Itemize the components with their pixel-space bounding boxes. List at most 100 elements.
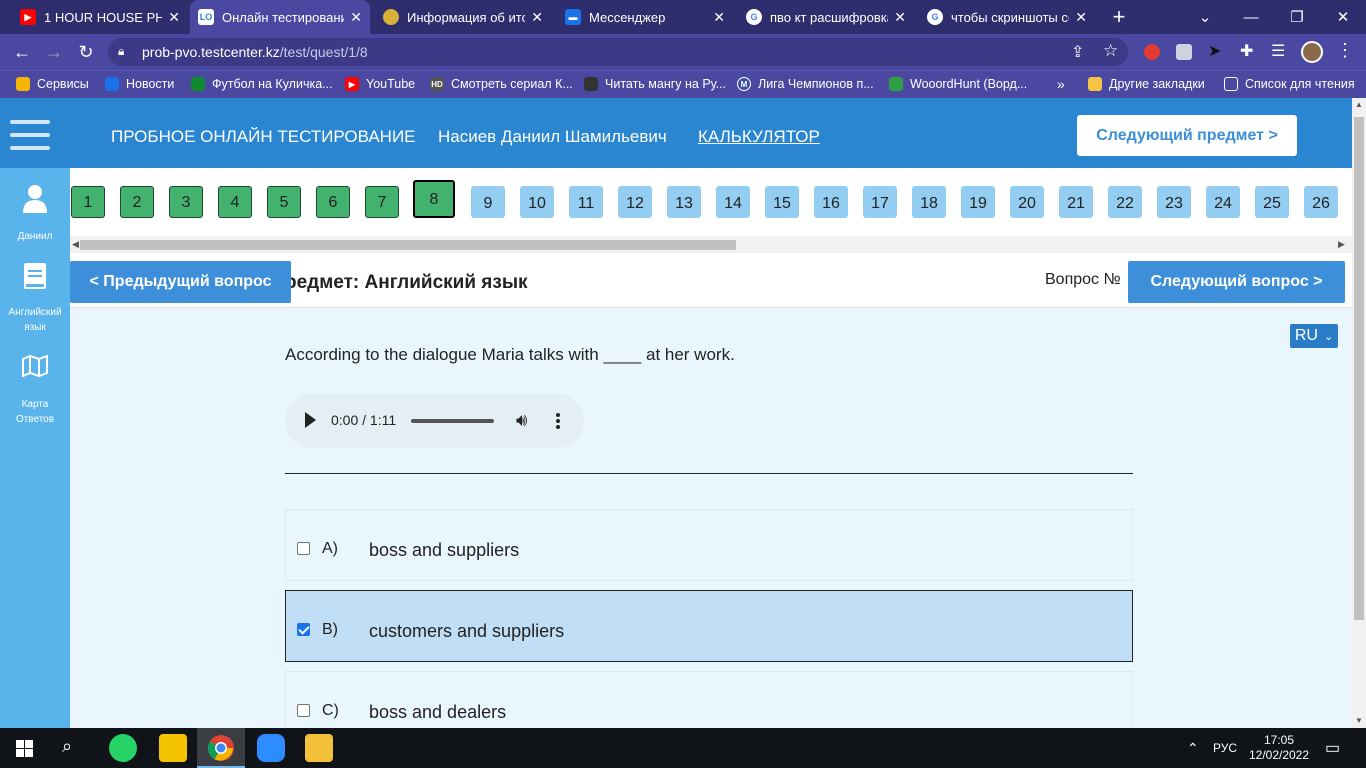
browser-tab-4[interactable]: ▬ Мессенджер ✕ bbox=[557, 0, 733, 34]
answer-b-checkbox[interactable] bbox=[297, 623, 310, 636]
horizontal-scroll-thumb[interactable] bbox=[80, 240, 736, 250]
tab-close-icon[interactable]: ✕ bbox=[894, 9, 906, 26]
question-number-button-15[interactable]: 15 bbox=[765, 186, 799, 218]
question-number-button-23[interactable]: 23 bbox=[1157, 186, 1191, 218]
question-number-button-11[interactable]: 11 bbox=[569, 186, 603, 218]
audio-progress-track[interactable] bbox=[411, 419, 494, 423]
question-number-button-1[interactable]: 1 bbox=[71, 186, 105, 218]
question-number-button-7[interactable]: 7 bbox=[365, 186, 399, 218]
media-control-icon[interactable]: ☰ bbox=[1271, 41, 1285, 61]
question-number-button-18[interactable]: 18 bbox=[912, 186, 946, 218]
scroll-down-icon[interactable]: ▼ bbox=[1355, 716, 1363, 725]
play-icon[interactable] bbox=[305, 412, 316, 428]
browser-tab-5[interactable]: G пво кт расшифровка ✕ bbox=[738, 0, 914, 34]
answer-c-checkbox[interactable] bbox=[297, 704, 310, 717]
next-subject-button[interactable]: Следующий предмет > bbox=[1077, 115, 1297, 156]
whatsapp-icon[interactable] bbox=[109, 734, 137, 762]
windows-start-icon[interactable] bbox=[16, 740, 33, 757]
clock[interactable]: 17:05 12/02/2022 bbox=[1248, 728, 1310, 768]
share-icon[interactable]: ⇪ bbox=[1071, 42, 1084, 62]
file-explorer-icon[interactable] bbox=[305, 734, 333, 762]
scroll-left-icon[interactable]: ◀ bbox=[72, 239, 79, 250]
back-arrow-icon[interactable]: ← bbox=[6, 34, 38, 70]
tab-close-icon[interactable]: ✕ bbox=[713, 9, 725, 26]
restore-icon[interactable]: ❐ bbox=[1274, 0, 1320, 34]
map-icon[interactable] bbox=[22, 355, 48, 377]
bookmark-star-icon[interactable]: ☆ bbox=[1103, 41, 1118, 61]
question-number-button-20[interactable]: 20 bbox=[1010, 186, 1044, 218]
profile-avatar[interactable] bbox=[1301, 41, 1323, 63]
close-window-icon[interactable]: ✕ bbox=[1320, 0, 1366, 34]
question-number-button-4[interactable]: 4 bbox=[218, 186, 252, 218]
question-number-button-10[interactable]: 10 bbox=[520, 186, 554, 218]
url-text[interactable]: prob-pvo.testcenter.kz/test/quest/1/8 bbox=[142, 38, 368, 66]
user-icon[interactable] bbox=[22, 184, 48, 214]
calculator-link[interactable]: КАЛЬКУЛЯТОР bbox=[698, 98, 820, 168]
reload-icon[interactable]: ↻ bbox=[70, 34, 102, 70]
chrome-icon[interactable] bbox=[207, 734, 235, 762]
search-icon[interactable]: ⌕ bbox=[62, 736, 72, 757]
question-number-button-25[interactable]: 25 bbox=[1255, 186, 1289, 218]
question-number-button-14[interactable]: 14 bbox=[716, 186, 750, 218]
forward-arrow-icon[interactable]: → bbox=[38, 34, 70, 70]
notification-icon[interactable]: ▭ bbox=[1325, 728, 1340, 768]
tab-close-icon[interactable]: ✕ bbox=[1075, 9, 1087, 26]
previous-question-button[interactable]: < Предыдущий вопрос bbox=[70, 261, 291, 303]
cursor-extension-icon[interactable]: ➤ bbox=[1208, 41, 1221, 61]
answer-a-checkbox[interactable] bbox=[297, 542, 310, 555]
bookmark-news[interactable]: Новости bbox=[105, 70, 174, 98]
browser-tab-1[interactable]: ▶ 1 HOUR HOUSE PHONK ✕ bbox=[12, 0, 188, 34]
extensions-puzzle-icon[interactable]: ✚ bbox=[1240, 41, 1253, 61]
browser-tab-2[interactable]: LO Онлайн тестирование ✕ bbox=[190, 0, 370, 34]
question-number-button-26[interactable]: 26 bbox=[1304, 186, 1338, 218]
bookmark-football[interactable]: Футбол на Куличка... bbox=[191, 70, 333, 98]
vertical-scroll-thumb[interactable] bbox=[1354, 117, 1364, 620]
new-tab-icon[interactable]: + bbox=[1096, 0, 1142, 34]
question-number-button-16[interactable]: 16 bbox=[814, 186, 848, 218]
question-number-button-22[interactable]: 22 bbox=[1108, 186, 1142, 218]
bookmark-champions[interactable]: M Лига Чемпионов п... bbox=[737, 70, 874, 98]
question-number-button-12[interactable]: 12 bbox=[618, 186, 652, 218]
scroll-up-icon[interactable]: ▲ bbox=[1355, 100, 1363, 109]
question-number-button-9[interactable]: 9 bbox=[471, 186, 505, 218]
question-number-button-5[interactable]: 5 bbox=[267, 186, 301, 218]
input-language[interactable]: РУС bbox=[1213, 728, 1237, 768]
tray-chevron-up-icon[interactable]: ⌃ bbox=[1187, 728, 1199, 768]
bookmark-youtube[interactable]: ▶ YouTube bbox=[345, 70, 415, 98]
bookmark-other[interactable]: Другие закладки bbox=[1088, 70, 1205, 98]
bookmark-wooordhunt[interactable]: WooordHunt (Ворд... bbox=[889, 70, 1027, 98]
question-number-button-24[interactable]: 24 bbox=[1206, 186, 1240, 218]
browser-tab-6[interactable]: G чтобы скриншоты со ✕ bbox=[919, 0, 1095, 34]
tab-close-icon[interactable]: ✕ bbox=[350, 9, 362, 26]
tab-close-icon[interactable]: ✕ bbox=[168, 9, 180, 26]
question-number-button-21[interactable]: 21 bbox=[1059, 186, 1093, 218]
tab-search-icon[interactable]: ⌄ bbox=[1182, 0, 1228, 34]
hamburger-menu-icon[interactable] bbox=[10, 120, 50, 150]
sticky-notes-icon[interactable] bbox=[159, 734, 187, 762]
question-number-button-8[interactable]: 8 bbox=[413, 180, 455, 218]
zoom-icon[interactable] bbox=[257, 734, 285, 762]
question-number-button-19[interactable]: 19 bbox=[961, 186, 995, 218]
menu-dots-icon[interactable]: ⋮ bbox=[1336, 40, 1354, 61]
question-number-button-2[interactable]: 2 bbox=[120, 186, 154, 218]
minimize-icon[interactable]: — bbox=[1228, 0, 1274, 34]
tab-close-icon[interactable]: ✕ bbox=[531, 9, 543, 26]
lock-icon[interactable]: 🔒︎ bbox=[118, 44, 124, 59]
bookmark-serial[interactable]: HD Смотреть сериал К... bbox=[430, 70, 573, 98]
question-number-button-3[interactable]: 3 bbox=[169, 186, 203, 218]
reading-list[interactable]: Список для чтения bbox=[1224, 70, 1355, 98]
bookmark-services[interactable]: Сервисы bbox=[16, 70, 89, 98]
question-number-button-6[interactable]: 6 bbox=[316, 186, 350, 218]
bookmarks-overflow-icon[interactable]: » bbox=[1057, 70, 1065, 98]
question-number-button-13[interactable]: 13 bbox=[667, 186, 701, 218]
browser-tab-3[interactable]: Информация об итогах ✕ bbox=[375, 0, 551, 34]
volume-icon[interactable]: 🔊︎ bbox=[516, 410, 527, 431]
book-icon[interactable] bbox=[23, 262, 47, 290]
language-select[interactable]: RU ⌄ bbox=[1290, 324, 1338, 348]
question-number-button-17[interactable]: 17 bbox=[863, 186, 897, 218]
bookmark-manga[interactable]: Читать мангу на Ру... bbox=[584, 70, 726, 98]
audio-more-icon[interactable] bbox=[555, 412, 561, 430]
adblock-icon[interactable] bbox=[1144, 44, 1160, 60]
scroll-right-icon[interactable]: ▶ bbox=[1338, 239, 1345, 250]
extension-icon[interactable] bbox=[1176, 44, 1192, 60]
